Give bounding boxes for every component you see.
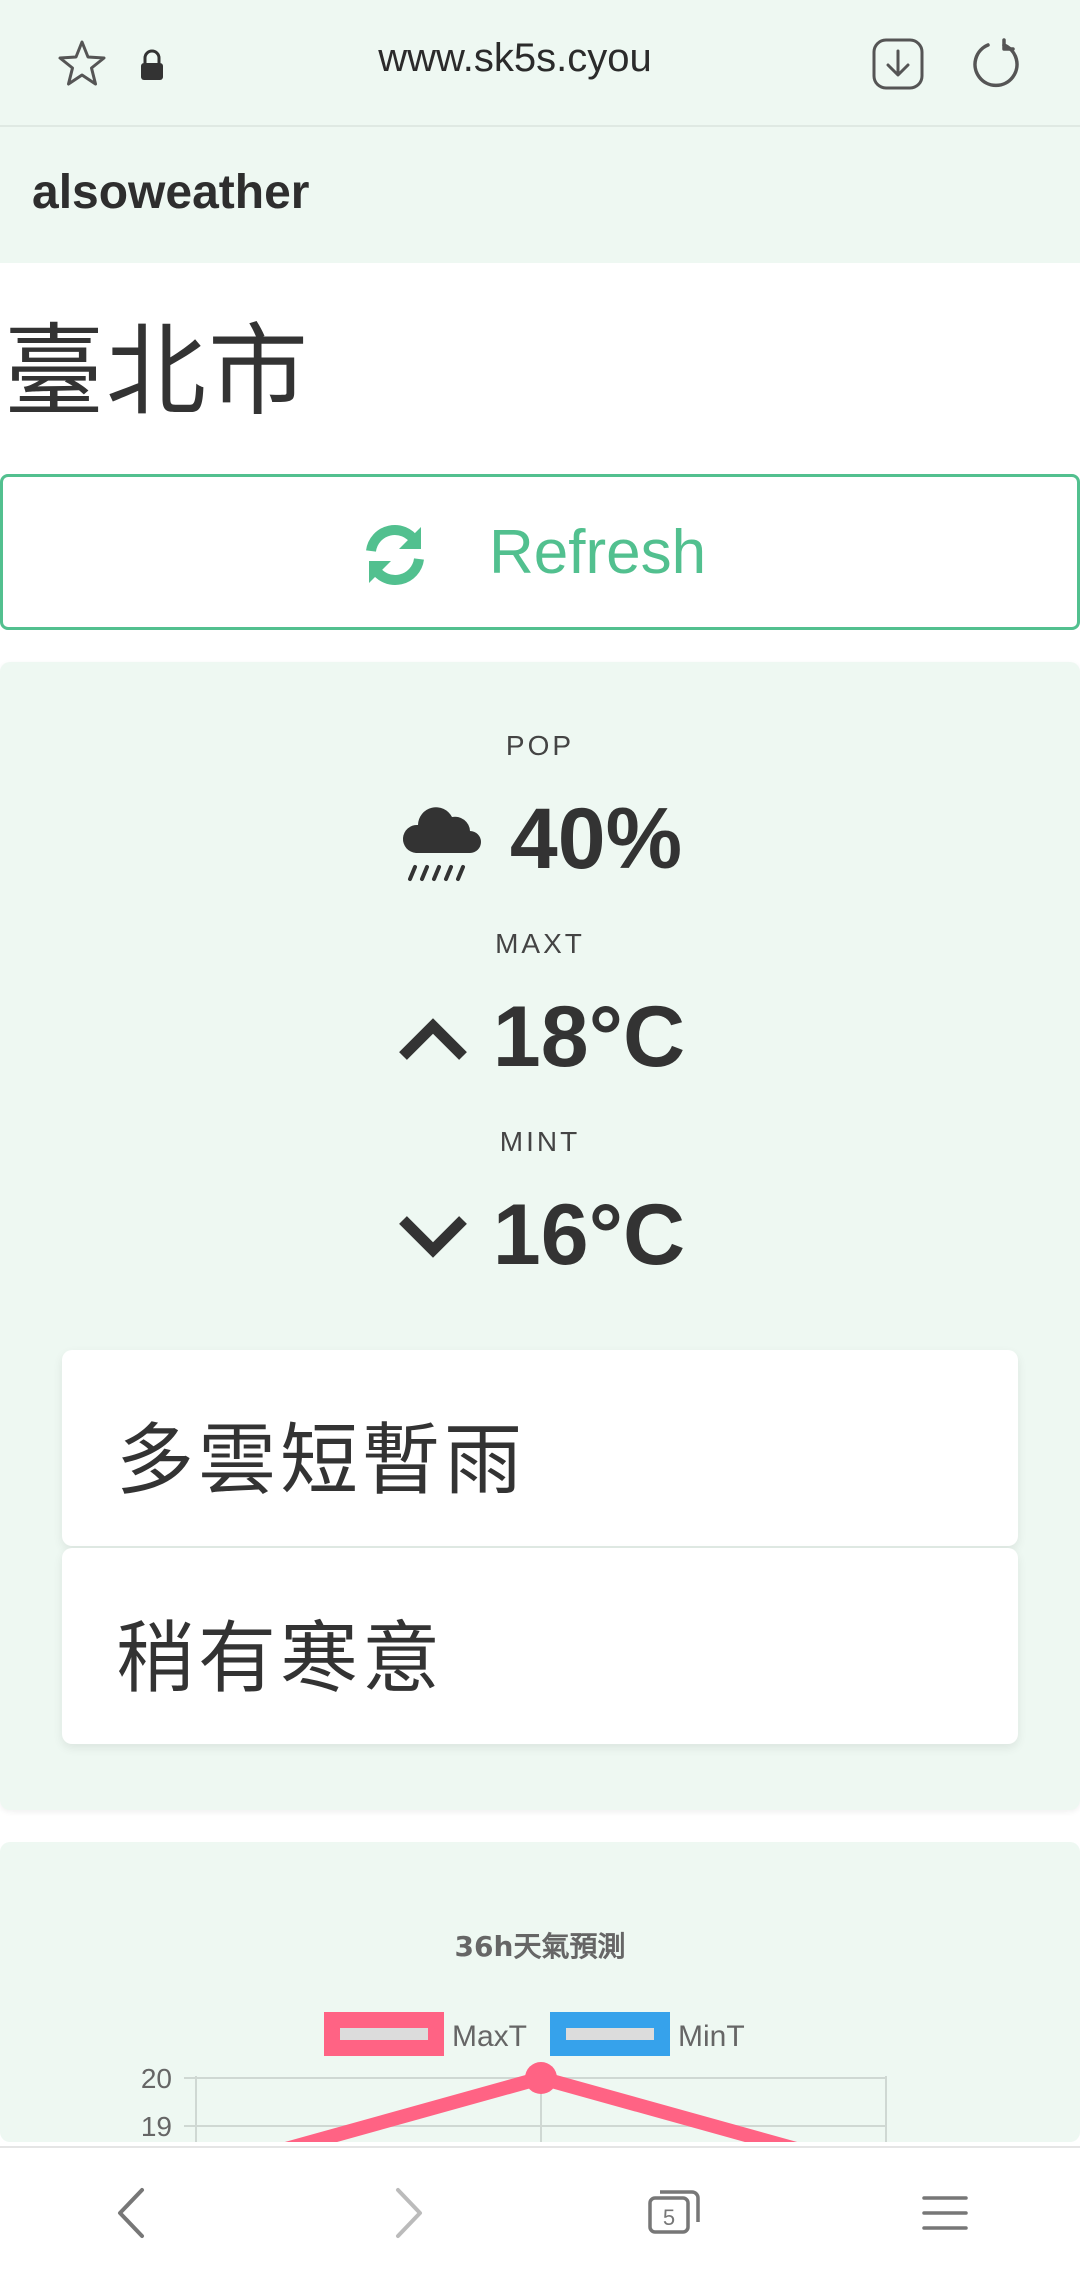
refresh-button[interactable]: Refresh xyxy=(0,474,1080,630)
download-icon[interactable] xyxy=(870,36,926,92)
chevron-up-icon xyxy=(399,1017,467,1060)
app-brand[interactable]: alsoweather xyxy=(32,165,309,220)
data-point-maxt[interactable] xyxy=(525,2062,557,2094)
legend-label-maxt[interactable]: MaxT xyxy=(452,2020,527,2053)
browser-top-bar: www.sk5s.cyou xyxy=(0,0,1080,127)
mint-label: MINT xyxy=(499,1126,581,1157)
legend-label-mint[interactable]: MinT xyxy=(678,2020,745,2053)
comfort-description-text: 稍有寒意 xyxy=(116,1614,445,1704)
lock-icon xyxy=(141,49,163,80)
legend-swatch-maxt-inner xyxy=(340,2028,428,2040)
maxt-value: 18°C xyxy=(492,989,686,1085)
refresh-label: Refresh xyxy=(489,518,707,587)
mint-row: 16°C xyxy=(0,1186,1080,1286)
back-icon[interactable] xyxy=(98,2178,168,2248)
legend-swatch-mint-inner xyxy=(566,2028,654,2040)
app-header: alsoweather xyxy=(0,127,1080,263)
bookmark-star-icon[interactable] xyxy=(56,38,108,90)
menu-icon[interactable] xyxy=(910,2178,980,2248)
pop-label: POP xyxy=(505,730,575,761)
mint-value: 16°C xyxy=(492,1187,686,1283)
city-title: 臺北市 xyxy=(4,313,310,430)
tabs-icon[interactable]: 5 xyxy=(640,2178,710,2248)
forward-icon[interactable] xyxy=(372,2178,442,2248)
chart-title: 36h天氣預測 xyxy=(455,1930,626,1963)
maxt-label: MAXT xyxy=(495,928,585,959)
pop-value: 40% xyxy=(509,791,683,887)
weather-description-text: 多雲短暫雨 xyxy=(116,1416,527,1506)
pop-row: 40% xyxy=(0,790,1080,890)
weather-description: 多雲短暫雨 xyxy=(62,1350,1018,1546)
comfort-description: 稍有寒意 xyxy=(62,1548,1018,1744)
reload-icon[interactable] xyxy=(968,36,1024,92)
chevron-down-icon xyxy=(399,1215,467,1258)
forecast-chart-card: 36h天氣預測 MaxT MinT 19 20 xyxy=(0,1842,1080,2142)
y-tick-label: 20 xyxy=(141,2063,172,2094)
weather-summary-card: POP 40% MAXT 18°C MINT 16°C 多雲短暫雨 稍有寒意 xyxy=(0,662,1080,1810)
chart-y-ticks: 1920 xyxy=(141,2063,172,2142)
rain-cloud-icon xyxy=(402,806,481,881)
address-bar-url[interactable]: www.sk5s.cyou xyxy=(230,36,800,81)
tab-count: 5 xyxy=(663,2205,675,2230)
browser-bottom-bar: 5 xyxy=(0,2146,1080,2276)
forecast-chart: 36h天氣預測 MaxT MinT 1920 xyxy=(141,1930,887,2142)
y-tick-label: 19 xyxy=(141,2111,172,2142)
maxt-row: 18°C xyxy=(0,988,1080,1088)
refresh-icon xyxy=(366,524,424,586)
